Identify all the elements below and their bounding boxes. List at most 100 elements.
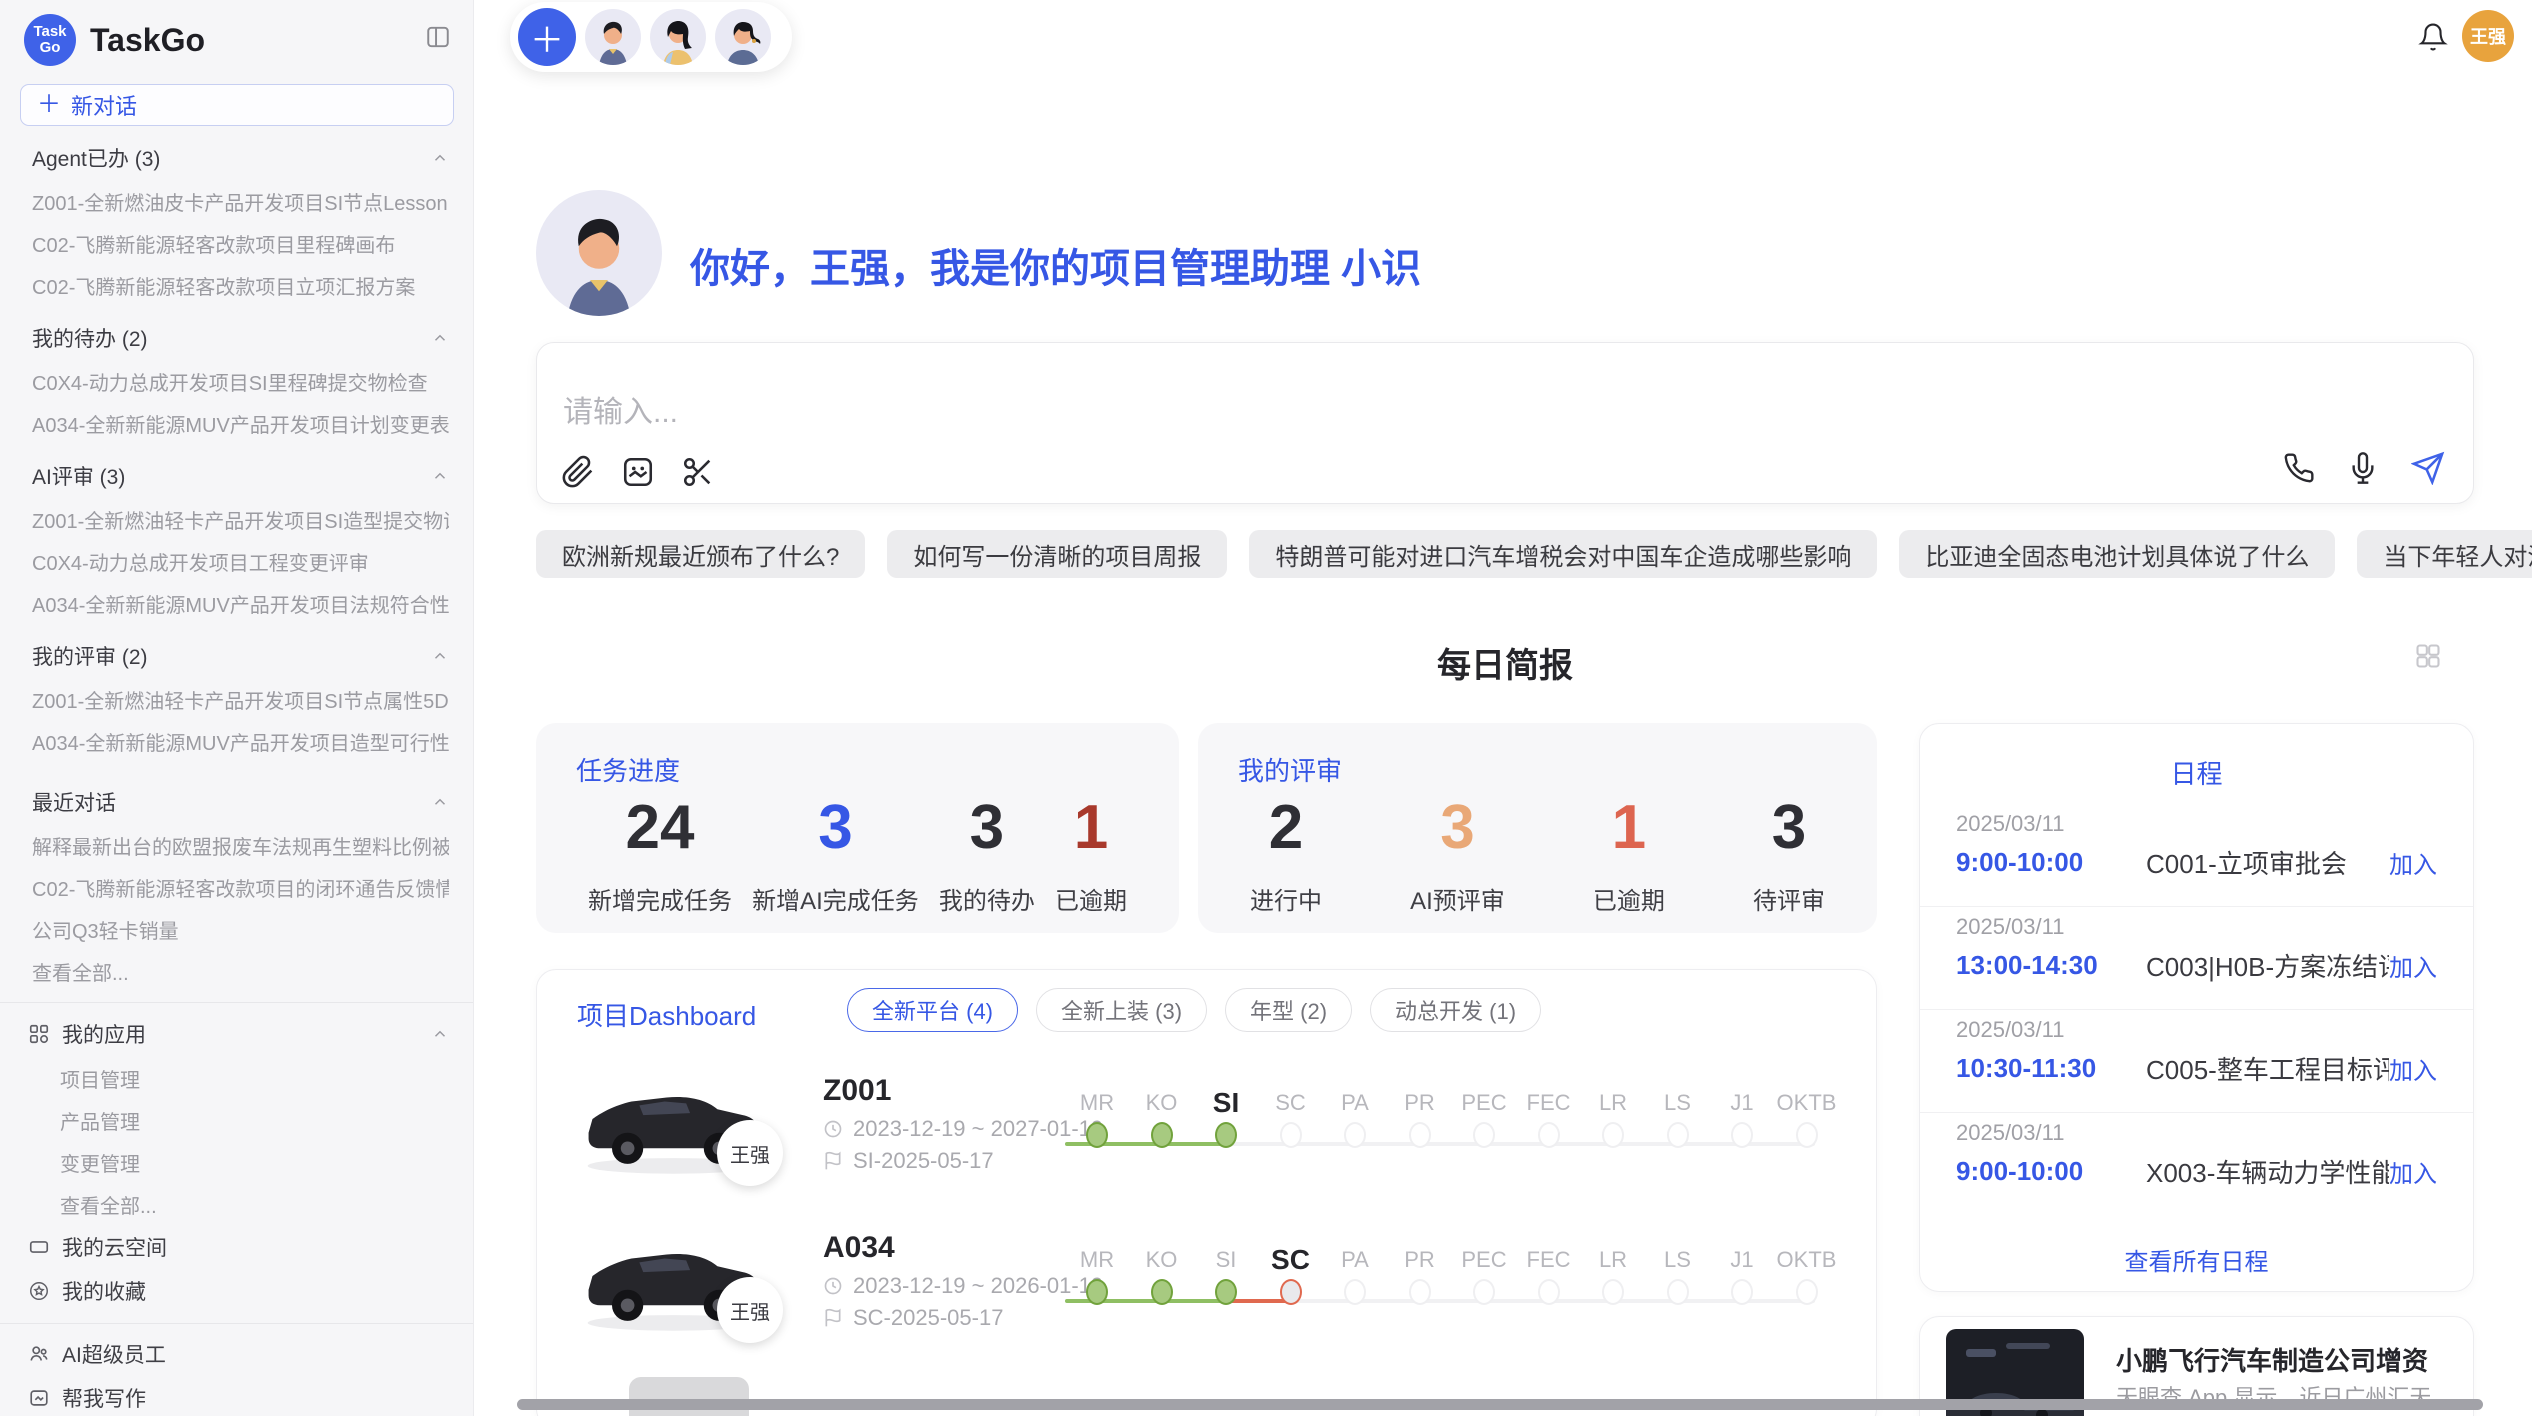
sidebar-item-favorites[interactable]: 我的收藏 [0, 1269, 473, 1313]
join-button[interactable]: 加入 [2389, 845, 2437, 880]
sidebar-item[interactable]: C02-飞腾新能源轻客改款项目里程碑画布 [0, 222, 473, 264]
sidebar-item[interactable]: Z001-全新燃油轻卡产品开发项目SI节点属性5D文件评审 [0, 678, 473, 720]
milestone-dot [1667, 1122, 1689, 1148]
section-recent-chats[interactable]: 最近对话 [0, 780, 473, 824]
event-name: C003|H0B-方案冻结评审 [2146, 947, 2389, 984]
avatar-contact-2[interactable] [650, 9, 706, 65]
add-conversation-button[interactable]: ＋ [518, 8, 576, 66]
milestone-dot [1086, 1122, 1108, 1148]
sidebar-item[interactable]: C0X4-动力总成开发项目SI里程碑提交物检查 [0, 360, 473, 402]
milestone-dot [1796, 1122, 1818, 1148]
view-all-apps[interactable]: 查看全部... [0, 1183, 473, 1225]
collapse-sidebar-icon[interactable] [425, 24, 451, 50]
sidebar-item[interactable]: 公司Q3轻卡销量 [0, 908, 473, 950]
suggestion-chip[interactable]: 如何写一份清晰的项目周报 [887, 530, 1227, 578]
user-avatar[interactable]: 王强 [2462, 10, 2514, 62]
join-button[interactable]: 加入 [2389, 1051, 2437, 1086]
section-agent-done[interactable]: Agent已办 (3) [0, 136, 473, 180]
section-my-todo[interactable]: 我的待办 (2) [0, 316, 473, 360]
milestone-label: LR [1599, 1088, 1627, 1118]
chevron-up-icon[interactable] [431, 149, 449, 167]
new-chat-button[interactable]: ＋ 新对话 [20, 84, 454, 126]
horizontal-scrollbar-thumb[interactable] [517, 1399, 2483, 1410]
sidebar-item-ai-staff[interactable]: AI超级员工 [0, 1332, 473, 1376]
stat-value: 3 [818, 789, 852, 867]
cloud-drive-icon [28, 1236, 50, 1258]
sidebar-item-help-write[interactable]: 帮我写作 [0, 1376, 473, 1416]
paperclip-icon[interactable] [561, 455, 595, 489]
chevron-up-icon[interactable] [431, 1025, 449, 1043]
stat-label: 我的待办 [939, 881, 1035, 916]
section-my-review[interactable]: 我的评审 (2) [0, 634, 473, 678]
suggestion-chip[interactable]: 当下年轻人对汽车外观有怎样的喜好趋势 [2357, 530, 2532, 578]
event-date: 2025/03/11 [1956, 1016, 2437, 1044]
schedule-event: 2025/03/11 9:00-10:00 X003-车辆动力学性能验... 加… [1920, 1113, 2473, 1216]
chevron-up-icon[interactable] [431, 329, 449, 347]
chevron-up-icon[interactable] [431, 467, 449, 485]
milestone-step: FEC [1517, 1245, 1581, 1305]
app-logo: Task Go [24, 14, 76, 66]
logo-line2: Go [40, 40, 61, 56]
sidebar-item[interactable]: Z001-全新燃油轻卡产品开发项目SI造型提交物评审 [0, 498, 473, 540]
sidebar-item[interactable]: A034-全新新能源MUV产品开发项目法规符合性评审 [0, 582, 473, 624]
filter-chip[interactable]: 全新上装 (3) [1036, 988, 1207, 1032]
milestone-dot [1731, 1122, 1753, 1148]
card-title: 我的评审 [1238, 751, 1342, 788]
avatar-contact-3[interactable] [715, 9, 771, 65]
milestone-step: MR [1065, 1245, 1129, 1305]
milestone-step: PEC [1452, 1088, 1516, 1148]
help-write-label: 帮我写作 [62, 1383, 146, 1413]
layout-grid-icon[interactable] [2414, 642, 2442, 670]
view-all-chats[interactable]: 查看全部... [0, 950, 473, 992]
sidebar-item-change-mgmt[interactable]: 变更管理 [0, 1141, 473, 1183]
my-review-card: 我的评审 2进行中 3AI预评审 1已逾期 3待评审 [1198, 723, 1877, 933]
milestone-step: KO [1130, 1245, 1194, 1305]
sidebar-item-product-mgmt[interactable]: 产品管理 [0, 1099, 473, 1141]
suggestion-chip[interactable]: 特朗普可能对进口汽车增税会对中国车企造成哪些影响 [1249, 530, 1877, 578]
view-all-schedule-link[interactable]: 查看所有日程 [1920, 1242, 2473, 1277]
chat-input[interactable] [563, 391, 2063, 435]
send-icon[interactable] [2411, 451, 2445, 485]
writing-icon [28, 1387, 50, 1409]
join-button[interactable]: 加入 [2389, 1154, 2437, 1189]
sidebar-item-cloud-space[interactable]: 我的云空间 [0, 1225, 473, 1269]
suggestion-chip[interactable]: 欧洲新规最近颁布了什么? [536, 530, 865, 578]
project-code: Z001 [823, 1074, 891, 1108]
clock-icon [823, 1119, 843, 1139]
image-icon[interactable] [621, 455, 655, 489]
suggestion-chips: 欧洲新规最近颁布了什么? 如何写一份清晰的项目周报 特朗普可能对进口汽车增税会对… [536, 530, 2532, 578]
chevron-up-icon[interactable] [431, 647, 449, 665]
sidebar-item[interactable]: A034-全新新能源MUV产品开发项目计划变更表编写 [0, 402, 473, 444]
milestone-step: MR [1065, 1088, 1129, 1148]
sidebar-item[interactable]: A034-全新新能源MUV产品开发项目造型可行性评审 [0, 720, 473, 762]
sidebar-item[interactable]: C02-飞腾新能源轻客改款项目立项汇报方案 [0, 264, 473, 306]
filter-chip[interactable]: 年型 (2) [1225, 988, 1352, 1032]
project-owner-badge: 王强 [717, 1120, 783, 1186]
scissors-icon[interactable] [681, 455, 715, 489]
schedule-card: 日程 2025/03/11 9:00-10:00 C001-立项审批会 加入 2… [1919, 723, 2474, 1292]
section-ai-review[interactable]: AI评审 (3) [0, 454, 473, 498]
notifications-bell-icon[interactable] [2418, 22, 2448, 52]
avatar-contact-1[interactable] [585, 9, 641, 65]
suggestion-chip[interactable]: 比亚迪全固态电池计划具体说了什么 [1899, 530, 2335, 578]
sidebar-item-project-mgmt[interactable]: 项目管理 [0, 1057, 473, 1099]
phone-call-icon[interactable] [2283, 452, 2315, 484]
milestone-step: LR [1581, 1088, 1645, 1148]
sidebar-item[interactable]: C02-飞腾新能源轻客改款项目的闭环通告反馈情况 [0, 866, 473, 908]
chevron-up-icon[interactable] [431, 793, 449, 811]
milestone-step: LR [1581, 1245, 1645, 1305]
favorites-label: 我的收藏 [62, 1276, 146, 1306]
filter-chip[interactable]: 全新平台 (4) [847, 988, 1018, 1032]
sidebar-item-my-apps[interactable]: 我的应用 [0, 1011, 473, 1057]
microphone-icon[interactable] [2347, 452, 2379, 484]
sidebar-item[interactable]: C0X4-动力总成开发项目工程变更评审 [0, 540, 473, 582]
sidebar: Task Go TaskGo ＋ 新对话 Agent已办 (3) Z001-全新… [0, 0, 474, 1416]
event-name: C005-整车工程目标评审 [2146, 1050, 2389, 1087]
sidebar-item[interactable]: Z001-全新燃油皮卡产品开发项目SI节点Lesson Learn报告 [0, 180, 473, 222]
milestone-dot [1473, 1279, 1495, 1305]
join-button[interactable]: 加入 [2389, 948, 2437, 983]
project-date-range: 2023-12-19 ~ 2027-01-19 [823, 1116, 1103, 1142]
filter-chip[interactable]: 动总开发 (1) [1370, 988, 1541, 1032]
section-title: AI评审 (3) [32, 461, 125, 491]
sidebar-item[interactable]: 解释最新出台的欧盟报废车法规再生塑料比例被调至15%... [0, 824, 473, 866]
